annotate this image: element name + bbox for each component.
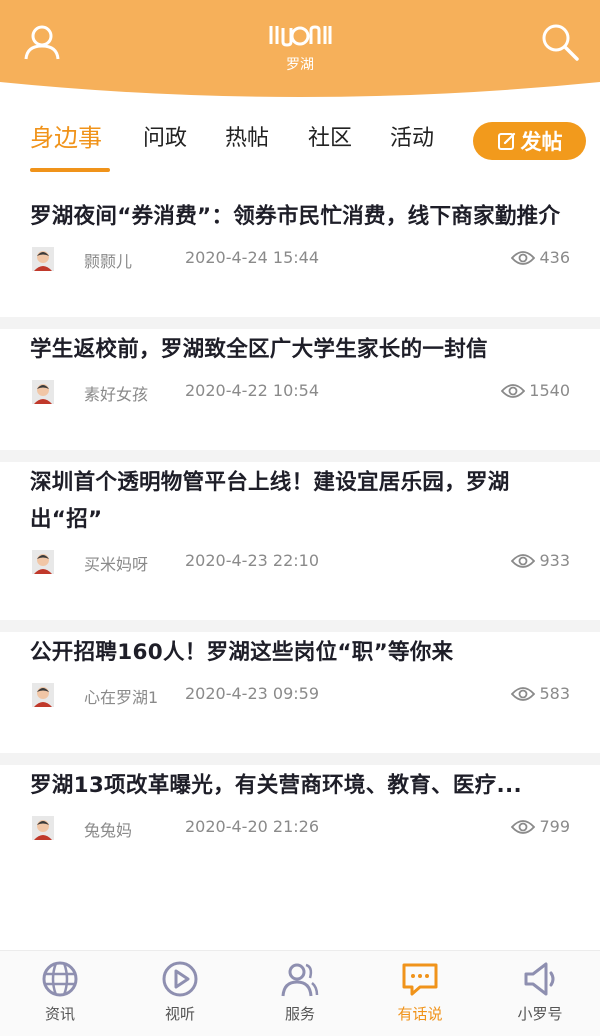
post-title[interactable]: 深圳首个透明物管平台上线！建设宜居乐园，罗湖出“招” (30, 464, 570, 538)
divider (0, 721, 600, 765)
post-feed: 罗湖夜间“券消费”：领券市民忙消费，线下商家勤推介 颢颢儿 2020-4-24 … (0, 180, 600, 854)
logo-mark-icon (269, 25, 332, 47)
speaker-icon (524, 962, 555, 996)
post-meta: 兔兔妈 2020-4-20 21:26 799 (30, 804, 570, 854)
view-count: 583 (511, 684, 570, 703)
view-count-value: 583 (539, 684, 570, 703)
eye-icon (511, 819, 536, 834)
user-profile-button[interactable] (22, 22, 62, 62)
search-button[interactable] (540, 22, 580, 62)
nav-label: 小罗号 (517, 1005, 563, 1023)
post-author[interactable]: 素好女孩 (84, 381, 148, 405)
divider (0, 418, 600, 462)
tab-activities[interactable]: 活动 (390, 120, 434, 152)
post-date: 2020-4-23 22:10 (185, 551, 319, 570)
eye-icon (511, 553, 536, 568)
nav-channel[interactable]: 小罗号 (480, 959, 600, 1024)
tab-hot[interactable]: 热帖 (225, 120, 269, 152)
list-item[interactable]: 罗湖夜间“券消费”：领券市民忙消费，线下商家勤推介 颢颢儿 2020-4-24 … (0, 180, 600, 285)
divider (0, 588, 600, 632)
eye-icon (511, 686, 536, 701)
list-item[interactable]: 深圳首个透明物管平台上线！建设宜居乐园，罗湖出“招” 买米妈呀 2020-4-2… (0, 462, 600, 588)
avatar-icon (32, 380, 54, 404)
view-count: 436 (511, 248, 570, 267)
post-author[interactable]: 买米妈呀 (84, 551, 148, 575)
globe-icon (42, 961, 78, 997)
post-author[interactable]: 心在罗湖1 (84, 684, 158, 708)
post-author[interactable]: 兔兔妈 (84, 817, 132, 841)
app-logo: 罗湖 (260, 22, 340, 78)
play-icon (162, 961, 198, 997)
post-author[interactable]: 颢颢儿 (84, 248, 132, 272)
chat-icon (402, 963, 438, 996)
post-title[interactable]: 学生返校前，罗湖致全区广大学生家长的一封信 (30, 331, 570, 368)
nav-talk[interactable]: 有话说 (360, 959, 480, 1024)
user-icon (24, 25, 60, 60)
view-count-value: 799 (539, 817, 570, 836)
tab-nearby[interactable]: 身边事 (30, 118, 102, 153)
users-icon (281, 963, 319, 997)
view-count-value: 933 (539, 551, 570, 570)
post-meta: 买米妈呀 2020-4-23 22:10 933 (30, 538, 570, 588)
post-meta: 心在罗湖1 2020-4-23 09:59 583 (30, 671, 570, 721)
post-title[interactable]: 罗湖夜间“券消费”：领券市民忙消费，线下商家勤推介 (30, 198, 570, 235)
nav-video[interactable]: 视听 (120, 959, 240, 1024)
nav-services[interactable]: 服务 (240, 959, 360, 1024)
post-date: 2020-4-23 09:59 (185, 684, 319, 703)
category-tabs: 身边事 问政 热帖 社区 活动 发帖 (0, 114, 600, 176)
avatar-icon (32, 550, 54, 574)
list-item[interactable]: 学生返校前，罗湖致全区广大学生家长的一封信 素好女孩 2020-4-22 10:… (0, 329, 600, 418)
active-tab-indicator (30, 168, 110, 172)
nav-news[interactable]: 资讯 (0, 959, 120, 1024)
avatar-icon (32, 816, 54, 840)
view-count: 1540 (501, 381, 570, 400)
new-post-label: 发帖 (520, 130, 563, 154)
view-count: 933 (511, 551, 570, 570)
view-count-value: 1540 (529, 381, 570, 400)
view-count-value: 436 (539, 248, 570, 267)
avatar-icon (32, 683, 54, 707)
tab-inquiry[interactable]: 问政 (143, 120, 187, 152)
avatar-icon (32, 247, 54, 271)
post-date: 2020-4-22 10:54 (185, 381, 319, 400)
view-count: 799 (511, 817, 570, 836)
post-date: 2020-4-20 21:26 (185, 817, 319, 836)
nav-label: 视听 (164, 1005, 195, 1023)
post-date: 2020-4-24 15:44 (185, 248, 319, 267)
bottom-nav: 资讯 视听 服务 有话说 小罗号 (0, 950, 600, 1036)
tab-community[interactable]: 社区 (308, 120, 352, 152)
nav-label: 资讯 (44, 1005, 75, 1023)
list-item[interactable]: 公开招聘160人！罗湖这些岗位“职”等你来 心在罗湖1 2020-4-23 09… (0, 632, 600, 721)
post-meta: 颢颢儿 2020-4-24 15:44 436 (30, 235, 570, 285)
post-title[interactable]: 罗湖13项改革曝光，有关营商环境、教育、医疗... (30, 767, 570, 804)
eye-icon (511, 250, 536, 265)
app-header: 罗湖 (0, 0, 600, 100)
new-post-button[interactable]: 发帖 (473, 122, 586, 160)
nav-label: 服务 (284, 1005, 315, 1023)
edit-icon (497, 132, 515, 150)
nav-label: 有话说 (397, 1005, 443, 1023)
divider (0, 285, 600, 329)
eye-icon (501, 383, 526, 398)
post-title[interactable]: 公开招聘160人！罗湖这些岗位“职”等你来 (30, 634, 570, 671)
post-meta: 素好女孩 2020-4-22 10:54 1540 (30, 368, 570, 418)
search-icon (542, 24, 579, 61)
list-item[interactable]: 罗湖13项改革曝光，有关营商环境、教育、医疗... 兔兔妈 2020-4-20 … (0, 765, 600, 854)
logo-text: 罗湖 (286, 57, 314, 73)
